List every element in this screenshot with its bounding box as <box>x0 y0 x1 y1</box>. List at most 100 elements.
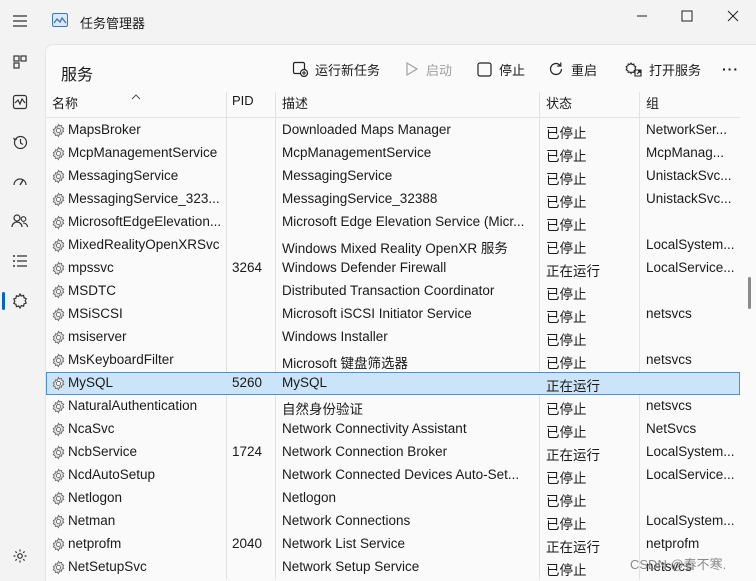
table-row[interactable]: MicrosoftEdgeElevation... Microsoft Edge … <box>46 211 740 234</box>
table-row[interactable]: NaturalAuthentication 自然身份验证 已停止 netsvcs <box>46 395 740 418</box>
service-status: 正在运行 <box>546 540 600 555</box>
service-status: 正在运行 <box>546 379 600 394</box>
service-group: netsvcs <box>646 306 692 321</box>
service-status: 正在运行 <box>546 264 600 279</box>
maximize-button[interactable] <box>677 6 697 26</box>
performance-icon[interactable] <box>10 92 30 112</box>
service-name: mpssvc <box>68 260 114 275</box>
table-row[interactable]: MessagingService MessagingService 已停止 Unist… <box>46 165 740 188</box>
service-group: UnistackSvc... <box>646 168 732 183</box>
table-row[interactable]: MSDTC Distributed Transaction Coordinator… <box>46 280 740 303</box>
service-name: MessagingService_323... <box>68 191 220 206</box>
service-name: NetSetupSvc <box>68 559 147 574</box>
service-description: Network List Service <box>282 536 406 551</box>
service-group: McpManag... <box>646 145 725 160</box>
service-group: LocalService... <box>646 260 734 275</box>
service-name: NaturalAuthentication <box>68 398 198 413</box>
startup-apps-icon[interactable] <box>10 172 30 192</box>
column-header-name-label: 名称 <box>52 96 79 111</box>
run-new-task-label: 运行新任务 <box>315 62 381 78</box>
sidebar <box>0 0 40 580</box>
service-description: Network Connected Devices Auto-Set... <box>282 467 520 482</box>
table-row[interactable]: msiserver Windows Installer 已停止 <box>46 326 740 349</box>
column-header-group[interactable]: 组 <box>646 93 659 117</box>
table-row[interactable]: Netman Network Connections 已停止 LocalSystem.… <box>46 510 740 533</box>
table-row[interactable]: Netlogon Netlogon 已停止 <box>46 487 740 510</box>
service-name: Netlogon <box>68 490 123 505</box>
table-row[interactable]: McpManagementService McpManagementService… <box>46 142 740 165</box>
page-title: 服务 <box>61 67 94 84</box>
table-row[interactable]: mpssvc 3264 Windows Defender Firewall 正在运行 L… <box>46 257 740 280</box>
more-options-button[interactable]: ··· <box>722 59 739 79</box>
run-new-task-button[interactable]: 运行新任务 <box>292 59 380 79</box>
service-status: 已停止 <box>546 517 587 532</box>
column-header-name[interactable]: 名称 <box>52 93 78 117</box>
close-button[interactable] <box>723 6 743 26</box>
app-history-icon[interactable] <box>10 132 30 152</box>
restart-service-label: 重启 <box>571 62 598 78</box>
service-group: NetSvcs <box>646 421 697 436</box>
service-status: 已停止 <box>546 333 587 348</box>
service-status: 已停止 <box>546 241 587 256</box>
header-divider <box>46 117 740 118</box>
service-description: Microsoft Edge Elevation Service (Micr..… <box>282 214 525 229</box>
service-status: 已停止 <box>546 218 587 233</box>
details-icon[interactable] <box>10 251 30 271</box>
task-manager-app-icon <box>52 13 68 27</box>
service-group: netsvcs <box>646 352 692 367</box>
table-row[interactable]: NcdAutoSetup Network Connected Devices Au… <box>46 464 740 487</box>
service-group: LocalSystem... <box>646 513 734 528</box>
service-status: 已停止 <box>546 494 587 509</box>
column-header-status[interactable]: 状态 <box>546 93 572 117</box>
service-status: 已停止 <box>546 310 587 325</box>
service-pid: 2040 <box>232 536 263 551</box>
table-row[interactable]: MSiSCSI Microsoft iSCSI Initiator Service… <box>46 303 740 326</box>
service-description: Network Connection Broker <box>282 444 448 459</box>
settings-icon[interactable] <box>10 546 30 566</box>
service-description: 自然身份验证 <box>282 402 363 417</box>
open-services-label: 打开服务 <box>649 62 702 78</box>
table-row[interactable]: netprofm 2040 Network List Service 正在运行 netp… <box>46 533 740 556</box>
service-description: Windows Defender Firewall <box>282 260 447 275</box>
restart-service-button[interactable]: 重启 <box>548 59 597 79</box>
service-group: netprofm <box>646 536 700 551</box>
service-status: 已停止 <box>546 126 587 141</box>
stop-service-button[interactable]: 停止 <box>477 59 525 79</box>
minimize-button[interactable] <box>632 6 652 26</box>
service-description: Network Connections <box>282 513 411 528</box>
service-description: Microsoft iSCSI Initiator Service <box>282 306 472 321</box>
services-icon[interactable] <box>10 291 30 311</box>
processes-icon[interactable] <box>10 52 30 72</box>
table-row[interactable]: MapsBroker Downloaded Maps Manager 已停止 Netw… <box>46 119 740 142</box>
table-row[interactable]: MessagingService_323... MessagingService_… <box>46 188 740 211</box>
service-pid: 5260 <box>232 375 263 390</box>
table-row[interactable]: NcaSvc Network Connectivity Assistant 已停止 N… <box>46 418 740 441</box>
table-row[interactable]: MsKeyboardFilter Microsoft 键盘筛选器 已停止 netsvc… <box>46 349 740 372</box>
service-description: MessagingService_32388 <box>282 191 438 206</box>
services-table: MapsBroker Downloaded Maps Manager 已停止 Netw… <box>46 119 740 579</box>
service-description: Network Setup Service <box>282 559 420 574</box>
column-header-pid[interactable]: PID <box>232 93 254 117</box>
column-header-description[interactable]: 描述 <box>282 93 308 117</box>
run-new-task-icon <box>292 61 308 77</box>
open-services-button[interactable]: 打开服务 <box>625 59 701 79</box>
service-group: LocalSystem... <box>646 444 734 459</box>
sidebar-active-indicator <box>2 292 5 310</box>
title-bar: 任务管理器 <box>0 0 756 42</box>
service-name: msiserver <box>68 329 127 344</box>
watermark: CSDN @春不寒. <box>630 557 727 572</box>
restart-icon <box>549 62 563 76</box>
service-description: McpManagementService <box>282 145 432 160</box>
table-row[interactable]: MySQL 5260 MySQL 正在运行 <box>46 372 740 395</box>
vertical-scrollbar[interactable] <box>748 277 751 309</box>
service-status: 正在运行 <box>546 448 600 463</box>
table-row[interactable]: NcbService 1724 Network Connection Broker 正… <box>46 441 740 464</box>
service-status: 已停止 <box>546 149 587 164</box>
users-icon[interactable] <box>10 211 30 231</box>
table-row[interactable]: MixedRealityOpenXRSvc Windows Mixed Reali… <box>46 234 740 257</box>
service-status: 已停止 <box>546 563 587 578</box>
service-name: MySQL <box>68 375 114 390</box>
stop-service-label: 停止 <box>499 62 526 78</box>
service-group: UnistackSvc... <box>646 191 732 206</box>
start-service-button[interactable]: 启动 <box>405 59 452 79</box>
